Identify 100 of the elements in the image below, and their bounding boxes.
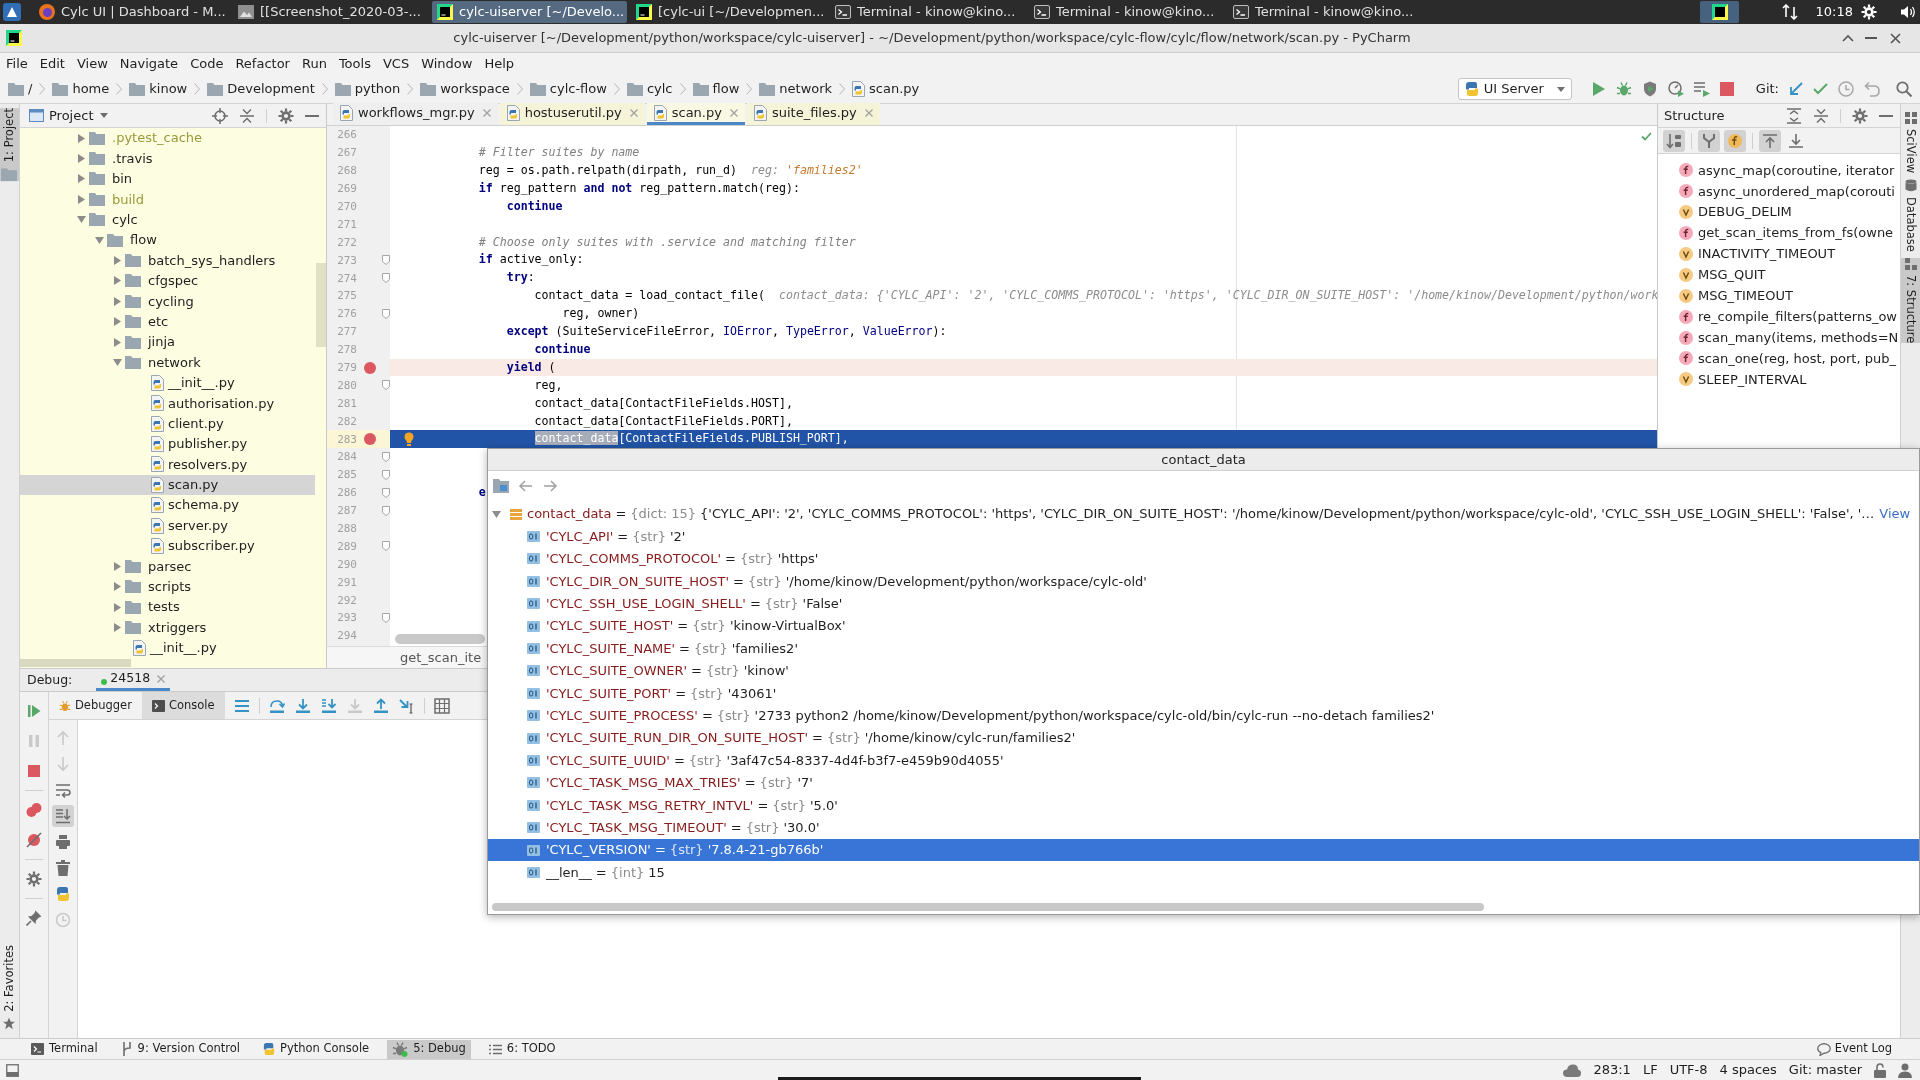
collapse-all-icon[interactable] bbox=[239, 107, 255, 124]
breadcrumb-item[interactable]: python bbox=[334, 79, 401, 99]
mute-breakpoints-icon[interactable] bbox=[26, 832, 42, 848]
breadcrumb-item[interactable]: scan.py bbox=[852, 79, 920, 99]
menu-item[interactable]: Window bbox=[415, 53, 479, 75]
taskbar-item[interactable]: Terminal - kinow@kino... bbox=[1029, 1, 1224, 23]
tool-window-button[interactable]: Terminal bbox=[26, 1039, 103, 1059]
list-icon[interactable] bbox=[233, 697, 250, 714]
menu-item[interactable]: Edit bbox=[33, 53, 71, 75]
menu-item[interactable]: Run bbox=[295, 53, 333, 75]
python-icon[interactable] bbox=[55, 886, 71, 902]
fold-marker-icon[interactable] bbox=[382, 541, 390, 552]
editor-tab[interactable]: scan.py bbox=[646, 103, 745, 125]
network-arrows-icon[interactable] bbox=[1781, 4, 1798, 20]
taskbar-item[interactable]: Terminal - kinow@kino... bbox=[830, 1, 1025, 23]
minimize-icon[interactable] bbox=[305, 114, 319, 117]
tool-window-button[interactable]: 6: TODO bbox=[483, 1039, 561, 1059]
field-icon[interactable] bbox=[1724, 129, 1746, 152]
editor-tab[interactable]: hostuserutil.py bbox=[499, 103, 645, 125]
variable-row[interactable]: 'CYLC_SUITE_RUN_DIR_ON_SUITE_HOST' = {str} '/home/kinow/cylc-run/families2' bbox=[488, 726, 1919, 750]
variable-row[interactable]: 'CYLC_API' = {str} '2' bbox=[488, 525, 1919, 548]
arrow-right-icon[interactable] bbox=[543, 480, 557, 492]
fold-marker-icon[interactable] bbox=[382, 380, 390, 391]
expand-all-icon[interactable] bbox=[1786, 107, 1802, 124]
printer-icon[interactable] bbox=[55, 834, 71, 850]
tree-item[interactable]: server.py bbox=[20, 515, 315, 536]
taskbar-item[interactable]: Cylc UI | Dashboard - M... bbox=[34, 1, 229, 23]
editor-tab[interactable]: suite_files.py bbox=[746, 103, 880, 125]
status-item[interactable]: 4 spaces bbox=[1719, 1060, 1777, 1080]
breadcrumb-item[interactable]: cylc-flow bbox=[529, 79, 607, 99]
breadcrumb-item[interactable]: flow bbox=[692, 79, 740, 99]
tree-item[interactable]: publisher.py bbox=[20, 433, 315, 455]
fold-marker-icon[interactable] bbox=[382, 273, 390, 284]
structure-item[interactable]: re_compile_filters(patterns_ow bbox=[1658, 306, 1900, 328]
menu-item[interactable]: VCS bbox=[376, 53, 416, 75]
bulb-icon[interactable] bbox=[404, 432, 414, 447]
scrollbar-thumb[interactable] bbox=[316, 263, 326, 347]
crosshair-icon[interactable] bbox=[212, 107, 228, 124]
variable-row[interactable]: 'CYLC_SUITE_HOST' = {str} 'kinow-VirtualBox' bbox=[488, 614, 1919, 638]
fold-marker-icon[interactable] bbox=[382, 613, 390, 623]
arrow-left-icon[interactable] bbox=[519, 480, 533, 492]
tree-item[interactable]: scripts bbox=[20, 576, 315, 597]
tree-item[interactable]: xtriggers bbox=[20, 617, 315, 638]
breakpoints-icon[interactable] bbox=[26, 802, 42, 818]
breadcrumb-item[interactable]: network bbox=[759, 79, 833, 99]
tree-item[interactable]: schema.py bbox=[20, 495, 315, 516]
variable-row[interactable]: contact_data = {dict: 15} {'CYLC_API': '2', 'CYLC_COMMS_PROTOCOL': 'https', 'CYLC_DIR_ON_SUITE_HOST': '/home/kinow/Development/python/workspace/cylc-old', 'CYLC_SSH_USE_LOGIN_SHELL': 'False', '… View bbox=[488, 503, 1919, 526]
scrollbar-thumb[interactable] bbox=[20, 659, 131, 667]
gauge-run-icon[interactable] bbox=[1667, 81, 1684, 97]
list-run-icon[interactable] bbox=[1693, 81, 1710, 97]
caret-down-icon[interactable] bbox=[100, 113, 109, 118]
volume-icon[interactable] bbox=[1900, 4, 1916, 20]
breadcrumb-item[interactable]: workspace bbox=[420, 79, 510, 99]
tree-item[interactable]: __init__.py bbox=[20, 637, 315, 659]
scrollbar-thumb[interactable] bbox=[492, 903, 1484, 911]
clock[interactable]: 10:18 bbox=[1815, 2, 1853, 22]
variable-row[interactable]: __len__ = {int} 15 bbox=[488, 861, 1919, 884]
fold-marker-icon[interactable] bbox=[382, 487, 390, 498]
view-link[interactable]: View bbox=[1879, 504, 1911, 524]
clock-icon[interactable] bbox=[1838, 81, 1854, 97]
breadcrumb-item[interactable]: home bbox=[52, 79, 110, 99]
tree-item[interactable]: scan.py bbox=[20, 474, 315, 496]
run-config-dropdown[interactable]: UI Server bbox=[1457, 78, 1572, 100]
taskbar-item[interactable]: cylc-uiserver [~/Develo... bbox=[432, 1, 627, 23]
pin-icon[interactable] bbox=[26, 910, 42, 926]
menu-item[interactable]: Code bbox=[184, 53, 230, 75]
breadcrumb-item[interactable]: get_scan_ite bbox=[400, 647, 482, 668]
tool-window-tab[interactable]: SciView bbox=[1901, 112, 1920, 174]
tree-item[interactable]: tests bbox=[20, 597, 315, 618]
step-into-my-code-icon[interactable] bbox=[320, 697, 337, 714]
variable-row[interactable]: 'CYLC_COMMS_PROTOCOL' = {str} 'https' bbox=[488, 547, 1919, 571]
menu-item[interactable]: Help bbox=[478, 53, 521, 75]
arrow-up-bar-icon[interactable] bbox=[1759, 129, 1781, 152]
variable-row[interactable]: 'CYLC_TASK_MSG_TIMEOUT' = {str} '30.0' bbox=[488, 816, 1919, 839]
tree-item[interactable]: .travis bbox=[20, 148, 315, 169]
close-icon[interactable] bbox=[1890, 32, 1901, 44]
status-item[interactable]: Git: master bbox=[1788, 1060, 1862, 1080]
tree-item[interactable]: parsec bbox=[20, 556, 315, 577]
menu-item[interactable]: Tools bbox=[332, 53, 377, 75]
variable-row[interactable]: 'CYLC_SSH_USE_LOGIN_SHELL' = {str} 'False' bbox=[488, 592, 1919, 615]
fork-icon[interactable] bbox=[1698, 129, 1720, 152]
taskbar-item[interactable]: [[Screenshot_2020-03-... bbox=[233, 1, 428, 23]
undo-icon[interactable] bbox=[1864, 81, 1880, 97]
structure-item[interactable]: MSG_TIMEOUT bbox=[1658, 285, 1900, 307]
debug-tab[interactable]: Debugger bbox=[49, 692, 142, 719]
shield-run-icon[interactable] bbox=[1641, 81, 1658, 97]
stop-icon[interactable] bbox=[1719, 82, 1734, 96]
person-icon[interactable] bbox=[1898, 1062, 1912, 1078]
status-item[interactable]: 283:1 bbox=[1593, 1060, 1631, 1080]
collapse-all-icon[interactable] bbox=[1813, 107, 1829, 124]
menu-item[interactable]: Refactor bbox=[229, 53, 296, 75]
check-icon[interactable] bbox=[1813, 83, 1828, 95]
tree-item[interactable]: network bbox=[20, 352, 315, 373]
structure-item[interactable]: INACTIVITY_TIMEOUT bbox=[1658, 243, 1900, 265]
trash-icon[interactable] bbox=[55, 860, 71, 876]
soft-wrap-icon[interactable] bbox=[55, 782, 71, 798]
grid-icon[interactable] bbox=[433, 697, 450, 714]
breadcrumb-item[interactable]: kinow bbox=[129, 79, 188, 99]
tool-window-button[interactable]: 9: Version Control bbox=[115, 1039, 245, 1059]
tree-item[interactable]: cfgspec bbox=[20, 270, 315, 292]
